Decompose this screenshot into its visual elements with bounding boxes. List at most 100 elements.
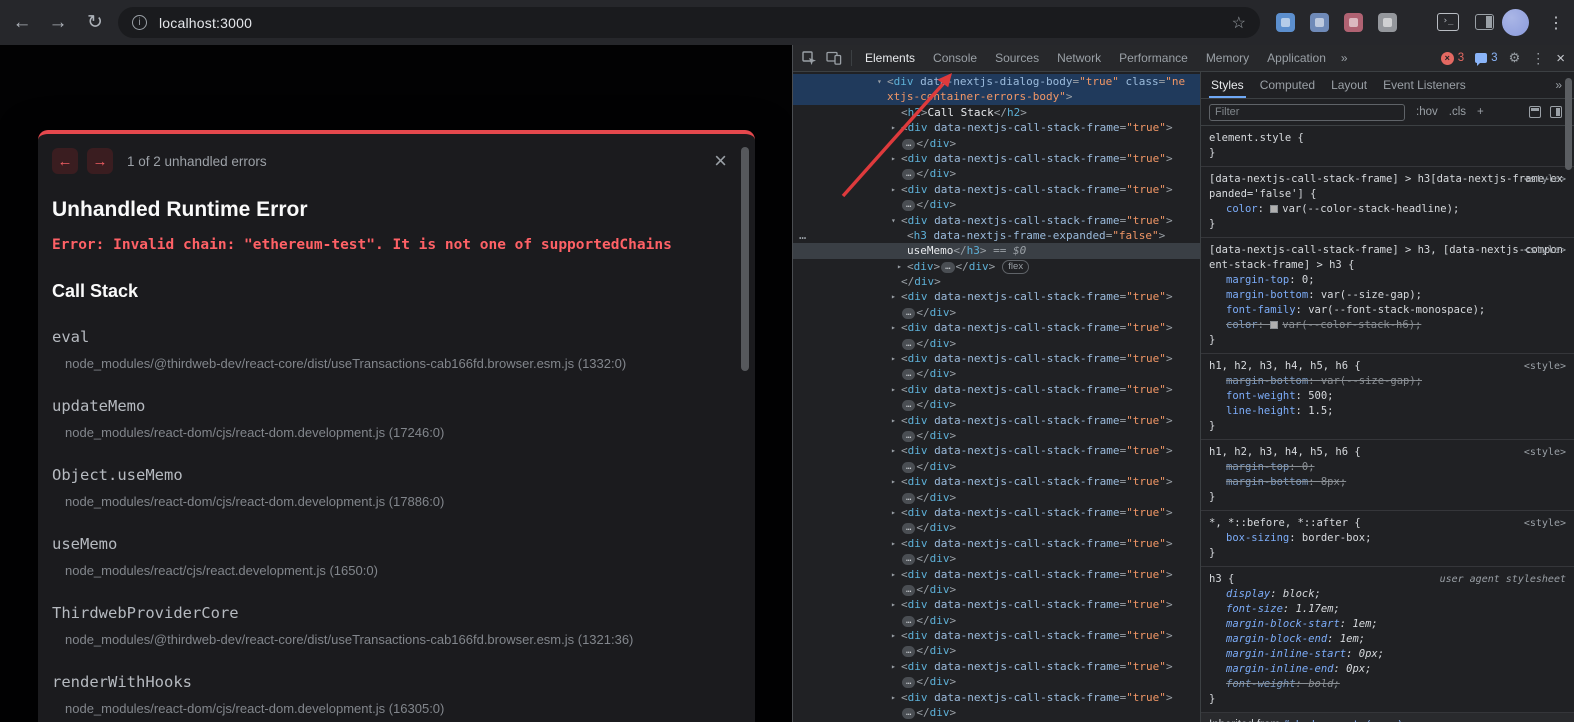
dom-tree-row[interactable]: …</div>	[793, 166, 1200, 181]
rule-selector[interactable]: *, *::before, *::after {	[1209, 516, 1566, 531]
expand-arrow-open-icon[interactable]: ▾	[877, 74, 887, 89]
dom-tree-row[interactable]: ▸<div data-nextjs-call-stack-frame="true…	[793, 567, 1200, 582]
css-declaration[interactable]: margin-bottom: 8px;	[1209, 475, 1566, 490]
expand-arrow-closed-icon[interactable]: ▸	[891, 567, 901, 582]
dom-tree-row[interactable]: ▸<div data-nextjs-call-stack-frame="true…	[793, 182, 1200, 197]
inline-ellipsis-button[interactable]: …	[902, 400, 915, 411]
color-swatch[interactable]	[1270, 321, 1278, 329]
dom-tree-row[interactable]: <h2>Call Stack</h2>	[793, 105, 1200, 120]
css-declaration[interactable]: color: var(--color-stack-h6);	[1209, 318, 1566, 333]
css-declaration[interactable]: line-height: 1.5;	[1209, 404, 1566, 419]
more-tabs-icon[interactable]: »	[1335, 51, 1354, 65]
dom-tree-row[interactable]: …</div>	[793, 428, 1200, 443]
devtools-tab-network[interactable]: Network	[1048, 45, 1110, 71]
inline-ellipsis-button[interactable]: …	[941, 262, 954, 273]
expand-arrow-closed-icon[interactable]: ▸	[891, 182, 901, 197]
expand-arrow-closed-icon[interactable]: ▸	[891, 597, 901, 612]
site-info-icon[interactable]: i	[132, 15, 147, 30]
dom-tree-row[interactable]: ▸<div>…</div>flex	[793, 259, 1200, 274]
expand-arrow-closed-icon[interactable]: ▸	[891, 120, 901, 135]
dom-tree-row[interactable]: ▸<div data-nextjs-call-stack-frame="true…	[793, 120, 1200, 135]
inline-ellipsis-button[interactable]: …	[902, 493, 915, 504]
expand-arrow-closed-icon[interactable]: ▸	[891, 690, 901, 705]
console-errors-badge[interactable]: × 3	[1441, 52, 1464, 65]
close-overlay-icon[interactable]: ×	[714, 150, 727, 172]
dialog-scrollbar[interactable]	[741, 147, 749, 371]
dom-tree-row[interactable]: …</div>	[793, 674, 1200, 689]
dom-tree-row[interactable]: ▾<div data-nextjs-dialog-body="true" cla…	[793, 74, 1200, 89]
reload-icon[interactable]: ↻	[81, 0, 109, 45]
styles-filter-input[interactable]	[1209, 104, 1405, 121]
css-declaration[interactable]: margin-block-end: 1em;	[1209, 632, 1566, 647]
dom-tree-row[interactable]: ▸<div data-nextjs-call-stack-frame="true…	[793, 597, 1200, 612]
css-overview-icon[interactable]	[1529, 106, 1541, 118]
dom-tree-row[interactable]: ▸<div data-nextjs-call-stack-frame="true…	[793, 505, 1200, 520]
sidebar-tab-layout[interactable]: Layout	[1323, 72, 1375, 98]
dom-tree-row[interactable]: …</div>	[793, 643, 1200, 658]
color-swatch[interactable]	[1270, 205, 1278, 213]
inline-ellipsis-button[interactable]: …	[902, 139, 915, 150]
css-declaration[interactable]: margin-top: 0;	[1209, 460, 1566, 475]
css-declaration[interactable]: color: var(--color-stack-headline);	[1209, 202, 1566, 217]
inline-ellipsis-button[interactable]: …	[902, 462, 915, 473]
css-declaration[interactable]: margin-bottom: var(--size-gap);	[1209, 374, 1566, 389]
expand-arrow-closed-icon[interactable]: ▸	[897, 259, 907, 274]
dom-tree-row[interactable]: ▸<div data-nextjs-call-stack-frame="true…	[793, 474, 1200, 489]
expand-arrow-closed-icon[interactable]: ▸	[891, 659, 901, 674]
browser-menu-icon[interactable]: ⋮	[1544, 0, 1568, 45]
inline-ellipsis-button[interactable]: …	[902, 200, 915, 211]
css-declaration[interactable]: font-weight: bold;	[1209, 677, 1566, 692]
css-declaration[interactable]: font-size: 1.17em;	[1209, 602, 1566, 617]
devtools-tab-application[interactable]: Application	[1258, 45, 1335, 71]
inline-ellipsis-button[interactable]: …	[902, 585, 915, 596]
css-declaration[interactable]: margin-inline-start: 0px;	[1209, 647, 1566, 662]
rule-selector[interactable]: [data-nextjs-call-stack-frame] > h3[data…	[1209, 172, 1566, 202]
inline-ellipsis-button[interactable]: …	[902, 431, 915, 442]
url-text[interactable]: localhost:3000	[159, 15, 252, 31]
element-classes-toggle[interactable]: .cls	[1449, 106, 1466, 118]
rule-selector[interactable]: h1, h2, h3, h4, h5, h6 {	[1209, 359, 1566, 374]
sidebar-tab-event-listeners[interactable]: Event Listeners	[1375, 72, 1474, 98]
devtools-tab-elements[interactable]: Elements	[856, 45, 924, 71]
dom-tree-row[interactable]: …</div>	[793, 705, 1200, 720]
dom-tree-row[interactable]: …</div>	[793, 397, 1200, 412]
style-origin-link[interactable]: <style>	[1524, 445, 1566, 460]
expand-arrow-closed-icon[interactable]: ▸	[891, 474, 901, 489]
expand-arrow-closed-icon[interactable]: ▸	[891, 289, 901, 304]
dom-tree-row[interactable]: …</div>	[793, 197, 1200, 212]
rule-selector[interactable]: [data-nextjs-call-stack-frame] > h3, [da…	[1209, 243, 1566, 273]
dom-tree-row[interactable]: ▸<div data-nextjs-call-stack-frame="true…	[793, 690, 1200, 705]
address-bar[interactable]: i localhost:3000 ☆	[118, 7, 1260, 38]
css-declaration[interactable]: font-weight: 500;	[1209, 389, 1566, 404]
side-panel-icon[interactable]	[1475, 14, 1494, 30]
dom-tree-row[interactable]: ▸<div data-nextjs-call-stack-frame="true…	[793, 351, 1200, 366]
expand-arrow-closed-icon[interactable]: ▸	[891, 443, 901, 458]
devtools-close-icon[interactable]: ×	[1556, 50, 1565, 67]
css-declaration[interactable]: display: block;	[1209, 587, 1566, 602]
extension-icon[interactable]	[1310, 13, 1329, 32]
profile-avatar[interactable]	[1502, 9, 1529, 36]
dom-tree-row[interactable]: …</div>	[793, 336, 1200, 351]
dom-tree-row[interactable]: ▸<div data-nextjs-call-stack-frame="true…	[793, 413, 1200, 428]
flex-badge[interactable]: flex	[1002, 260, 1029, 274]
devtools-tab-console[interactable]: Console	[924, 45, 986, 71]
dom-tree-row[interactable]: ▸<div data-nextjs-call-stack-frame="true…	[793, 443, 1200, 458]
inline-ellipsis-button[interactable]: …	[902, 616, 915, 627]
css-declaration[interactable]: margin-block-start: 1em;	[1209, 617, 1566, 632]
dom-tree-row[interactable]: useMemo</h3> == $0	[793, 243, 1200, 258]
devtools-scrollbar[interactable]	[1565, 78, 1572, 170]
expand-arrow-closed-icon[interactable]: ▸	[891, 413, 901, 428]
devtools-tab-sources[interactable]: Sources	[986, 45, 1048, 71]
inline-ellipsis-button[interactable]: …	[902, 369, 915, 380]
dom-tree-row[interactable]: ▸<div data-nextjs-call-stack-frame="true…	[793, 536, 1200, 551]
css-declaration[interactable]: margin-inline-end: 0px;	[1209, 662, 1566, 677]
issues-badge[interactable]: 3	[1475, 52, 1497, 64]
inline-ellipsis-button[interactable]: …	[902, 169, 915, 180]
expand-arrow-closed-icon[interactable]: ▸	[891, 505, 901, 520]
dom-overflow-ellipsis[interactable]: …	[799, 228, 806, 243]
sidebar-tab-styles[interactable]: Styles	[1203, 72, 1252, 98]
style-origin-link[interactable]: <style>	[1524, 172, 1566, 187]
dom-tree-row[interactable]: …</div>	[793, 582, 1200, 597]
expand-arrow-closed-icon[interactable]: ▸	[891, 151, 901, 166]
device-toolbar-icon[interactable]	[826, 51, 842, 65]
